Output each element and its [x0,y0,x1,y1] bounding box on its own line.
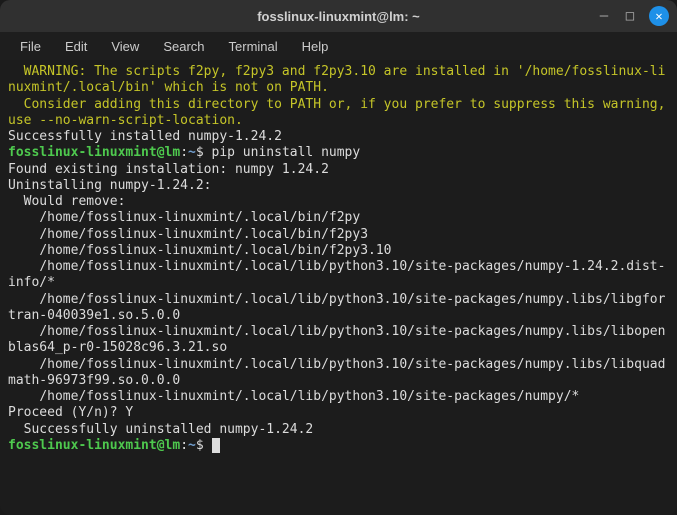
window-title: fosslinux-linuxmint@lm: ~ [257,9,420,24]
path-line: /home/fosslinux-linuxmint/.local/bin/f2p… [8,210,360,225]
path-line: /home/fosslinux-linuxmint/.local/bin/f2p… [8,243,392,258]
titlebar: fosslinux-linuxmint@lm: ~ — □ ✕ [0,0,677,32]
menu-edit[interactable]: Edit [53,35,99,58]
terminal-area[interactable]: WARNING: The scripts f2py, f2py3 and f2p… [0,60,677,515]
maximize-icon[interactable]: □ [623,8,637,24]
path-line: /home/fosslinux-linuxmint/.local/lib/pyt… [8,357,665,388]
uninstall-success: Successfully uninstalled numpy-1.24.2 [8,422,313,437]
menu-search[interactable]: Search [151,35,216,58]
prompt-user-host: fosslinux-linuxmint@lm [8,145,180,160]
menubar: File Edit View Search Terminal Help [0,32,677,60]
menu-help[interactable]: Help [290,35,341,58]
warning-line: WARNING: The scripts f2py, f2py3 and f2p… [8,64,665,95]
install-success: Successfully installed numpy-1.24.2 [8,129,282,144]
prompt-path: ~ [188,438,196,453]
prompt-colon: : [180,438,188,453]
command-text [204,438,212,453]
prompt-symbol: $ [196,145,204,160]
menu-file[interactable]: File [8,35,53,58]
menu-terminal[interactable]: Terminal [217,35,290,58]
path-line: /home/fosslinux-linuxmint/.local/lib/pyt… [8,389,579,404]
proceed-line: Proceed (Y/n)? Y [8,405,133,420]
uninstalling-line: Uninstalling numpy-1.24.2: [8,178,212,193]
window-controls: — □ ✕ [597,6,669,26]
path-line: /home/fosslinux-linuxmint/.local/lib/pyt… [8,292,665,323]
close-icon[interactable]: ✕ [649,6,669,26]
command-text: pip uninstall numpy [204,145,361,160]
prompt-user-host: fosslinux-linuxmint@lm [8,438,180,453]
path-line: /home/fosslinux-linuxmint/.local/lib/pyt… [8,259,665,290]
would-remove-line: Would remove: [8,194,125,209]
prompt-path: ~ [188,145,196,160]
cursor-icon [212,438,220,453]
terminal-window: fosslinux-linuxmint@lm: ~ — □ ✕ File Edi… [0,0,677,515]
menu-view[interactable]: View [99,35,151,58]
path-line: /home/fosslinux-linuxmint/.local/lib/pyt… [8,324,665,355]
warning-line: Consider adding this directory to PATH o… [8,97,673,128]
minimize-icon[interactable]: — [597,8,611,24]
prompt-symbol: $ [196,438,204,453]
prompt-colon: : [180,145,188,160]
path-line: /home/fosslinux-linuxmint/.local/bin/f2p… [8,227,368,242]
found-line: Found existing installation: numpy 1.24.… [8,162,329,177]
